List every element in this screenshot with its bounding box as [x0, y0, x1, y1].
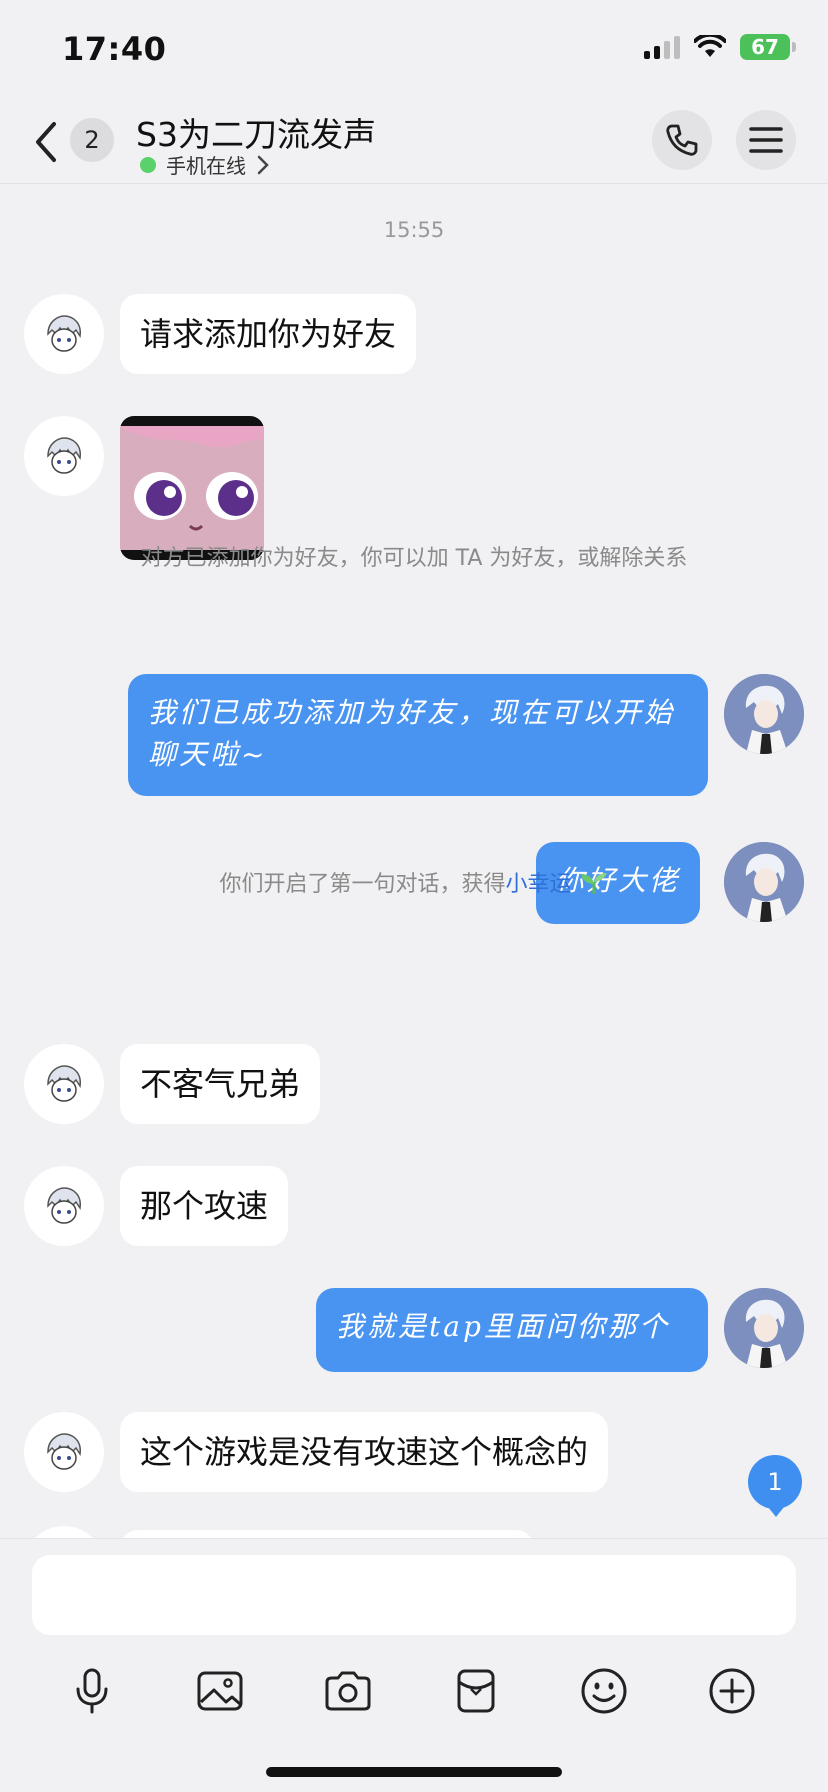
anime-avatar-icon	[47, 437, 81, 474]
contact-avatar[interactable]	[24, 294, 104, 374]
status-bar: 17:40 67	[0, 0, 828, 100]
wifi-icon	[694, 35, 726, 57]
contact-avatar[interactable]	[24, 1044, 104, 1124]
sprout-icon	[580, 873, 607, 894]
my-avatar[interactable]	[724, 1288, 804, 1368]
chat-header: 2 S3为二刀流发声 手机在线	[0, 100, 828, 184]
camera-button[interactable]	[316, 1659, 380, 1723]
home-indicator[interactable]	[266, 1767, 562, 1777]
input-toolbar	[0, 1659, 828, 1739]
call-button[interactable]	[652, 110, 712, 170]
anime-face-sticker-icon	[120, 416, 264, 560]
message-list[interactable]: 15:55 请求添加你为好友 对方已添加你为好友，你可以加 TA 为好友，或解除…	[0, 184, 828, 1538]
chevron-right-icon	[257, 155, 269, 174]
unread-badge[interactable]: 2	[70, 118, 114, 162]
anime-avatar-icon	[47, 315, 81, 352]
online-status[interactable]: 手机在线	[140, 150, 270, 179]
contact-avatar-partial	[24, 1526, 104, 1538]
message-bubble-incoming[interactable]: 不客气兄弟	[120, 1044, 321, 1124]
message-bubble-incoming[interactable]: 这个游戏是没有攻速这个概念的	[120, 1412, 609, 1492]
contact-avatar[interactable]	[24, 1412, 104, 1492]
online-status-label: 手机在线	[166, 154, 246, 178]
emoji-button[interactable]	[572, 1659, 636, 1723]
message-bubble-outgoing[interactable]: 我们已成功添加为好友，现在可以开始聊天啦~	[128, 674, 708, 796]
plus-icon	[709, 1668, 755, 1714]
lucky-link[interactable]: 小幸运	[506, 872, 572, 897]
message-input[interactable]	[32, 1555, 796, 1635]
my-avatar[interactable]	[724, 674, 804, 754]
time-label: 15:55	[383, 218, 445, 242]
chat-title[interactable]: S3为二刀流发声	[136, 108, 376, 156]
menu-icon	[749, 127, 783, 153]
image-icon	[197, 1671, 243, 1711]
new-message-badge[interactable]: 1	[748, 1455, 802, 1517]
battery-level: 67	[751, 35, 779, 59]
mic-icon	[76, 1668, 108, 1714]
cellular-signal-icon	[644, 35, 680, 59]
anime-avatar-icon	[47, 1065, 81, 1102]
phone-icon	[666, 124, 698, 156]
camera-icon	[325, 1671, 371, 1711]
message-bubble-incoming[interactable]: 请求添加你为好友	[120, 294, 417, 374]
system-notice-first-chat: 你们开启了第一句对话，获得小幸运	[0, 866, 828, 898]
status-icons: 67	[644, 34, 796, 60]
message-bubble-partial	[120, 1530, 534, 1538]
sticker-image[interactable]	[120, 416, 264, 560]
menu-button[interactable]	[736, 110, 796, 170]
contact-avatar[interactable]	[24, 1166, 104, 1246]
message-bubble-outgoing[interactable]: 我就是tap里面问你那个	[316, 1288, 708, 1372]
battery-icon: 67	[740, 34, 796, 60]
contact-avatar[interactable]	[24, 416, 104, 496]
anime-avatar-icon	[724, 674, 804, 754]
status-time: 17:40	[62, 30, 167, 68]
red-packet-icon	[457, 1669, 495, 1713]
system-notice-text: 你们开启了第一句对话，获得	[219, 872, 506, 897]
back-icon[interactable]	[28, 118, 64, 166]
anime-avatar-icon	[724, 1288, 804, 1368]
online-dot-icon	[140, 156, 156, 173]
red-packet-button[interactable]	[444, 1659, 508, 1723]
anime-avatar-icon	[47, 1433, 81, 1470]
voice-button[interactable]	[60, 1659, 124, 1723]
input-area	[0, 1538, 828, 1792]
message-bubble-incoming[interactable]: 那个攻速	[120, 1166, 289, 1246]
more-button[interactable]	[700, 1659, 764, 1723]
image-button[interactable]	[188, 1659, 252, 1723]
emoji-icon	[581, 1668, 627, 1714]
system-notice: 对方已添加你为好友，你可以加 TA 为好友，或解除关系	[140, 546, 688, 571]
anime-avatar-icon	[47, 1187, 81, 1224]
